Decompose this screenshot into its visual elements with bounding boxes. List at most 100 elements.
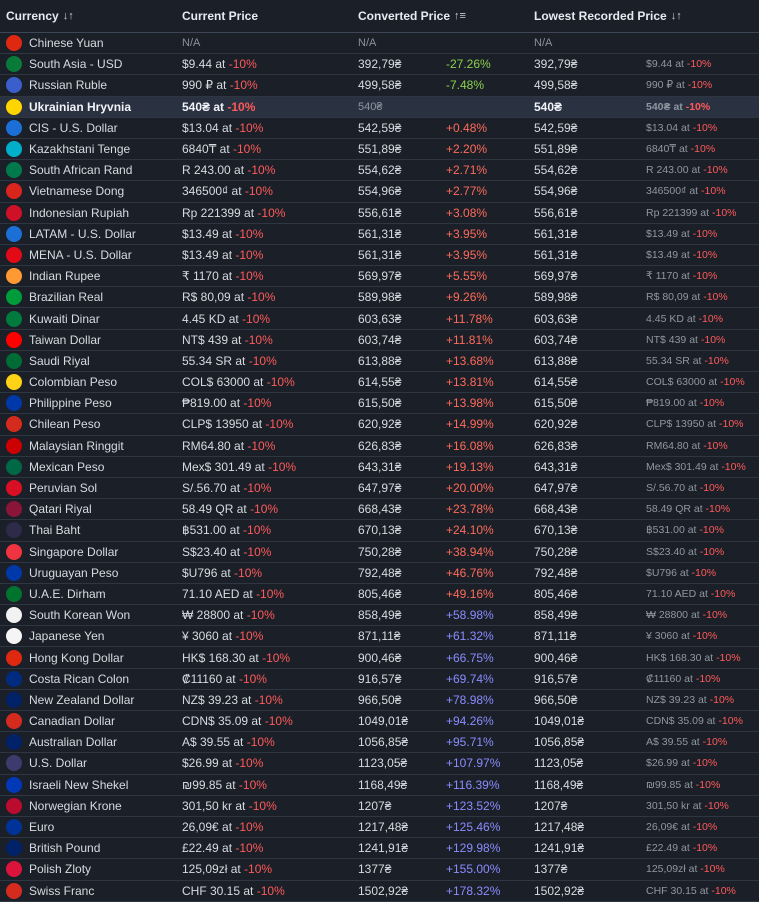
lowest-discount: -10%	[702, 736, 728, 749]
lowest-price: NT$ 439 at -10%	[646, 334, 759, 346]
current-price: CHF 30.15 at -10%	[182, 884, 358, 898]
currency-cell: Malaysian Ringgit	[0, 437, 182, 454]
current-price: $26.99 at -10%	[182, 756, 358, 770]
lowest-price: Mex$ 301.49 at -10%	[646, 461, 759, 473]
table-row[interactable]: U.A.E. Dirham 71.10 AED at -10% 805,46₴ +49…	[0, 584, 759, 606]
currency-name: South African Rand	[29, 163, 133, 178]
currency-cell: Kazakhstani Tenge	[0, 141, 182, 158]
table-row[interactable]: Malaysian Ringgit RM64.80 at -10% 626,83₴ +…	[0, 436, 759, 457]
table-row[interactable]: Euro 26,09€ at -10% 1217,48₴ +125.46% 1217,4…	[0, 817, 759, 839]
table-row[interactable]: South African Rand R 243.00 at -10% 554,62…	[0, 160, 759, 182]
lowest-discount: -10%	[699, 482, 725, 495]
flag-icon	[6, 607, 22, 624]
header-lowest-recorded[interactable]: Lowest Recorded Price ↓↑	[534, 9, 759, 23]
currency-cell: CIS - U.S. Dollar	[0, 119, 182, 136]
table-row[interactable]: LATAM - U.S. Dollar $13.49 at -10% 561,31₴…	[0, 224, 759, 245]
table-row[interactable]: Swiss Franc CHF 30.15 at -10% 1502,92₴ +178…	[0, 881, 759, 902]
table-row[interactable]: British Pound £22.49 at -10% 1241,91₴ +129.…	[0, 838, 759, 860]
table-row[interactable]: Vietnamese Dong 346500₫ at -10% 554,96₴ +2.…	[0, 181, 759, 203]
table-row[interactable]: Chilean Peso CLP$ 13950 at -10% 620,92₴ +14…	[0, 414, 759, 436]
flag-icon	[6, 374, 22, 391]
table-row[interactable]: Mexican Peso Mex$ 301.49 at -10% 643,31₴ +1…	[0, 457, 759, 478]
table-row[interactable]: Russian Ruble 990 ₽ at -10% 499,58₴ -7.48% 4…	[0, 75, 759, 97]
table-row[interactable]: U.S. Dollar $26.99 at -10% 1123,05₴ +107.97…	[0, 753, 759, 775]
table-row[interactable]: CIS - U.S. Dollar $13.04 at -10% 542,59₴ +0…	[0, 118, 759, 139]
table-row[interactable]: Japanese Yen ¥ 3060 at -10% 871,11₴ +61.32%…	[0, 626, 759, 648]
header-current-price[interactable]: Current Price	[182, 9, 358, 23]
table-row[interactable]: Indian Rupee ₹ 1170 at -10% 569,97₴ +5.55% 5…	[0, 266, 759, 288]
discount-value: -10%	[250, 502, 279, 517]
table-row[interactable]: Singapore Dollar S$23.40 at -10% 750,28₴ +3…	[0, 542, 759, 563]
lowest-discount: -10%	[686, 58, 712, 71]
price-diff: +14.99%	[446, 417, 494, 432]
flag-icon	[6, 395, 22, 412]
header-converted-price[interactable]: Converted Price ↑≡	[358, 9, 534, 23]
currency-cell: Chinese Yuan	[0, 35, 182, 52]
converted-price: 542,59₴	[358, 120, 402, 135]
lowest-converted: 569,97₴	[534, 269, 578, 284]
lowest-converted: 551,89₴	[534, 142, 578, 157]
converted-price: 871,11₴	[358, 629, 401, 644]
table-row[interactable]: Uruguayan Peso $U796 at -10% 792,48₴ +46.76…	[0, 563, 759, 584]
sort-ascending-icon[interactable]: ↑≡	[454, 10, 466, 22]
current-price: ₹ 1170 at -10%	[182, 269, 358, 283]
lowest-discount: -10%	[699, 524, 724, 537]
table-row[interactable]: Canadian Dollar CDN$ 35.09 at -10% 1049,01…	[0, 711, 759, 733]
table-row[interactable]: Kuwaiti Dinar 4.45 KD at -10% 603,63₴ +11.7…	[0, 308, 759, 330]
sort-icon[interactable]: ↓↑	[63, 10, 74, 22]
table-row[interactable]: South Asia - USD $9.44 at -10% 392,79₴ -27.…	[0, 54, 759, 76]
lowest-price: CLP$ 13950 at -10%	[646, 418, 759, 430]
table-row[interactable]: Saudi Riyal 55.34 SR at -10% 613,88₴ +13.68…	[0, 351, 759, 372]
table-row[interactable]: Brazilian Real R$ 80,09 at -10% 589,98₴ +9.…	[0, 287, 759, 309]
table-row[interactable]: Colombian Peso COL$ 63000 at -10% 614,55₴ +…	[0, 372, 759, 394]
table-row[interactable]: Kazakhstani Tenge 6840₸ at -10% 551,89₴ +2.…	[0, 139, 759, 161]
current-price: ¥ 3060 at -10%	[182, 629, 358, 643]
price-value: £22.49 at	[182, 841, 233, 856]
table-row[interactable]: South Korean Won ₩ 28800 at -10% 858,49₴ +5…	[0, 605, 759, 627]
table-row[interactable]: Norwegian Krone 301,50 kr at -10% 1207₴ +12…	[0, 796, 759, 817]
discount-value: -10%	[247, 438, 276, 453]
currency-cell: Russian Ruble	[0, 77, 182, 94]
table-row[interactable]: Qatari Riyal 58.49 QR at -10% 668,43₴ +23.7…	[0, 499, 759, 521]
price-diff: +178.32%	[446, 883, 501, 898]
table-row[interactable]: Peruvian Sol S/.56.70 at -10% 647,97₴ +20.0…	[0, 478, 759, 500]
lowest-price-value: 55.34 SR at	[646, 354, 702, 367]
table-row[interactable]: Taiwan Dollar NT$ 439 at -10% 603,74₴ +11.8…	[0, 330, 759, 351]
current-price: 346500₫ at -10%	[182, 184, 358, 198]
lowest-price: ₩ 28800 at -10%	[646, 609, 759, 621]
table-row[interactable]: Chinese Yuan N/A N/A N/A	[0, 33, 759, 55]
table-row[interactable]: Philippine Peso ₱819.00 at -10% 615,50₴ +13…	[0, 393, 759, 415]
lowest-price-value: $U796 at	[646, 566, 689, 579]
table-row[interactable]: Australian Dollar A$ 39.55 at -10% 1056,85…	[0, 732, 759, 754]
converted-price: 554,62₴	[358, 163, 402, 178]
converted-price: 556,61₴	[358, 205, 402, 220]
table-row[interactable]: Israeli New Shekel ₪99.85 at -10% 1168,49₴…	[0, 775, 759, 796]
table-row[interactable]: Costa Rican Colon ₡11160 at -10% 916,57₴ +6…	[0, 669, 759, 690]
discount-value: -10%	[228, 57, 257, 72]
lowest-discount: -10%	[705, 503, 731, 516]
lowest-discount: -10%	[692, 757, 718, 770]
lowest-price: CDN$ 35.09 at -10%	[646, 715, 759, 727]
converted-price: 1123,05₴	[358, 756, 408, 771]
lowest-price-value: ₱819.00 at	[646, 397, 697, 410]
price-diff: +5.55%	[446, 269, 488, 284]
sort-icon[interactable]: ↓↑	[671, 10, 682, 22]
flag-icon	[6, 56, 22, 73]
current-price: 301,50 kr at -10%	[182, 799, 358, 813]
table-row[interactable]: Thai Baht ฿531.00 at -10% 670,13₴ +24.10% 67…	[0, 520, 759, 542]
table-row[interactable]: Ukrainian Hryvnia 540₴ at -10% 540₴ 540₴ 540…	[0, 96, 759, 118]
converted-price: 1502,92₴	[358, 883, 409, 898]
flag-icon	[6, 797, 22, 814]
converted-price: 643,31₴	[358, 459, 402, 474]
table-row[interactable]: MENA - U.S. Dollar $13.49 at -10% 561,31₴ +…	[0, 245, 759, 267]
lowest-converted: 626,83₴	[534, 438, 578, 453]
table-row[interactable]: Hong Kong Dollar HK$ 168.30 at -10% 900,46…	[0, 647, 759, 669]
lowest-price: ₱819.00 at -10%	[646, 397, 759, 409]
lowest-price: 55.34 SR at -10%	[646, 355, 759, 367]
header-currency[interactable]: Currency ↓↑	[0, 9, 182, 23]
table-row[interactable]: New Zealand Dollar NZ$ 39.23 at -10% 966,5…	[0, 690, 759, 711]
converted-price: 916,57₴	[358, 671, 402, 686]
currency-cell: Chilean Peso	[0, 416, 182, 433]
table-row[interactable]: Polish Zloty 125,09zł at -10% 1377₴ +155.00…	[0, 859, 759, 881]
table-row[interactable]: Indonesian Rupiah Rp 221399 at -10% 556,61…	[0, 203, 759, 224]
